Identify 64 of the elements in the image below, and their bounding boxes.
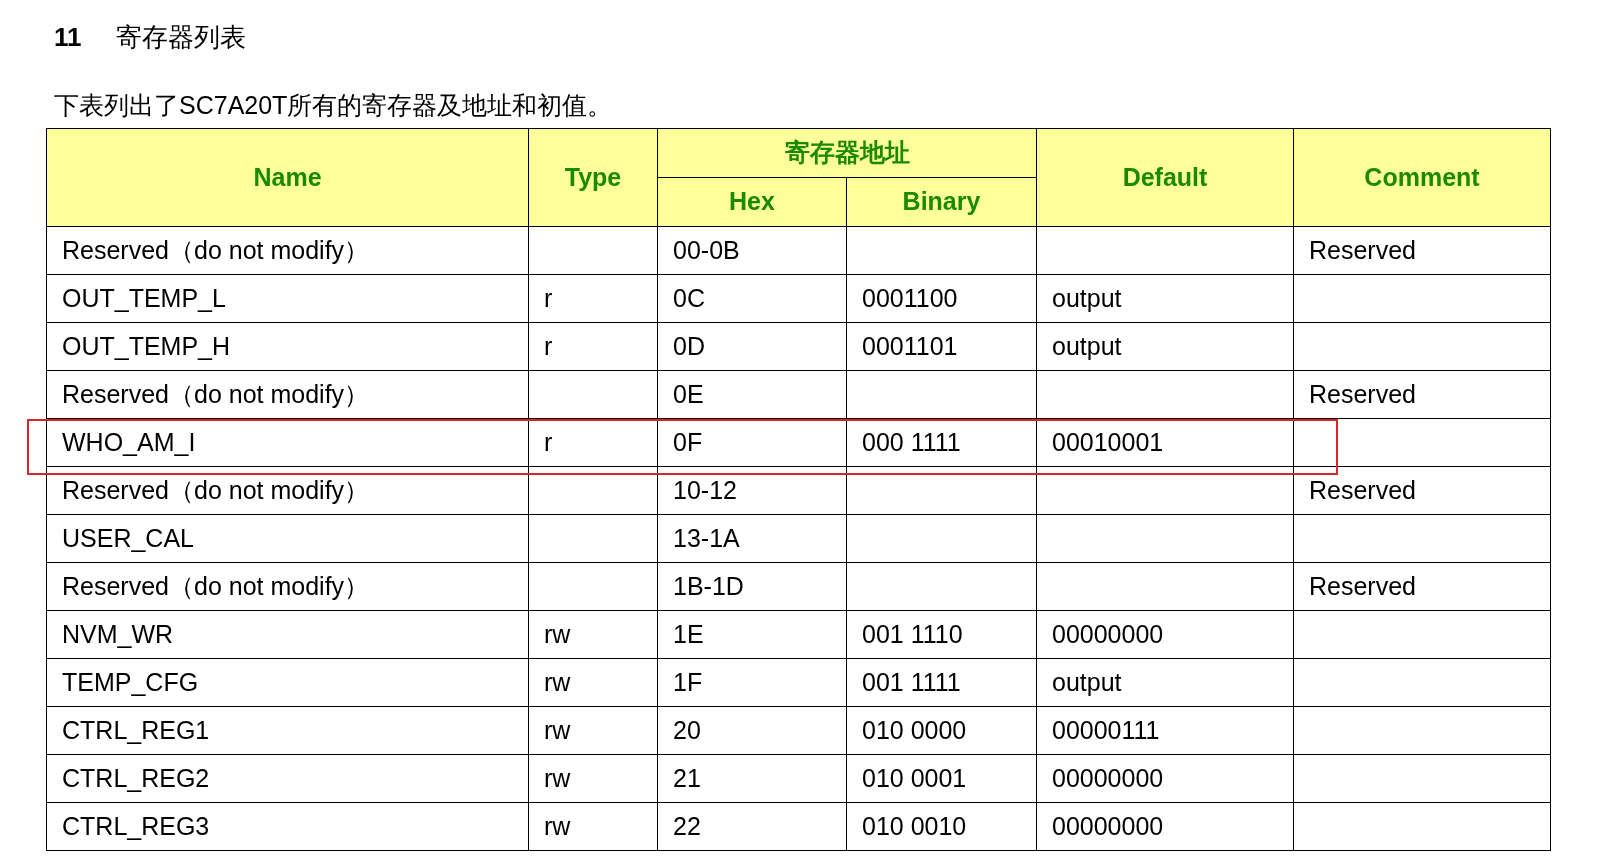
cell-text: output [1052,331,1122,360]
column-header: Name [46,128,529,227]
cell-text: Reserved（do not modify） [62,571,370,600]
cell-text: r [544,427,553,456]
cell-text: r [544,331,553,360]
cell-text: NVM_WR [62,619,174,648]
cell-text: rw [544,667,571,696]
cell-text: Reserved（do not modify） [62,475,370,504]
cell-text: 1B-1D [673,571,744,600]
cell-text: 001 1110 [862,619,963,648]
intro-text: 下表列出了SC7A20T所有的寄存器及地址和初值。 [54,90,614,121]
cell-text: 00000000 [1052,619,1164,648]
cell-text: Reserved [1309,379,1416,408]
cell-text: 001 1111 [862,667,961,696]
cell-text: 00000111 [1052,715,1160,744]
cell-text: 00-0B [673,235,740,264]
cell-text: 0001101 [862,331,958,360]
cell-text: Reserved [1309,235,1416,264]
cell-text: r [544,283,553,312]
cell-text: Reserved（do not modify） [62,379,370,408]
cell-text: 0D [673,331,705,360]
section-number: 11 [54,21,82,54]
cell-text: CTRL_REG2 [62,763,210,792]
column-header: Type [528,128,658,227]
cell-text: 13-1A [673,523,740,552]
cell-text: USER_CAL [62,523,194,552]
cell-text: 21 [673,763,701,792]
section-title: 寄存器列表 [115,21,246,54]
cell-text: 0E [673,379,704,408]
cell-text: 010 0001 [862,763,967,792]
cell-text: 010 0000 [862,715,967,744]
cell-text: Reserved（do not modify） [62,235,370,264]
cell-text: WHO_AM_I [62,427,196,456]
cell-text: 0C [673,283,705,312]
column-header: Comment [1293,128,1551,227]
cell-text: 010 0010 [862,811,967,840]
cell-text: 0001100 [862,283,958,312]
cell-text: 1F [673,667,703,696]
cell-text: CTRL_REG1 [62,715,210,744]
column-header: Default [1036,128,1294,227]
cell-text: output [1052,667,1122,696]
cell-text: CTRL_REG3 [62,811,210,840]
cell-text: 00010001 [1052,427,1164,456]
cell-text: rw [544,715,571,744]
cell-text: 22 [673,811,701,840]
column-header: Hex [657,177,847,227]
cell-text: OUT_TEMP_H [62,331,231,360]
column-header: Binary [846,177,1037,227]
cell-text: 0F [673,427,703,456]
cell-text: rw [544,763,571,792]
cell-text: 1E [673,619,704,648]
cell-text: rw [544,811,571,840]
cell-text: 10-12 [673,475,737,504]
cell-text: output [1052,283,1122,312]
cell-text: OUT_TEMP_L [62,283,226,312]
cell-text: 00000000 [1052,811,1164,840]
cell-text: Reserved [1309,571,1416,600]
cell-text: 00000000 [1052,763,1164,792]
cell-text: 20 [673,715,701,744]
cell-text: 000 1111 [862,427,961,456]
column-header: 寄存器地址 [657,128,1037,178]
cell-text: Reserved [1309,475,1416,504]
cell-text: rw [544,619,571,648]
cell-text: TEMP_CFG [62,667,199,696]
